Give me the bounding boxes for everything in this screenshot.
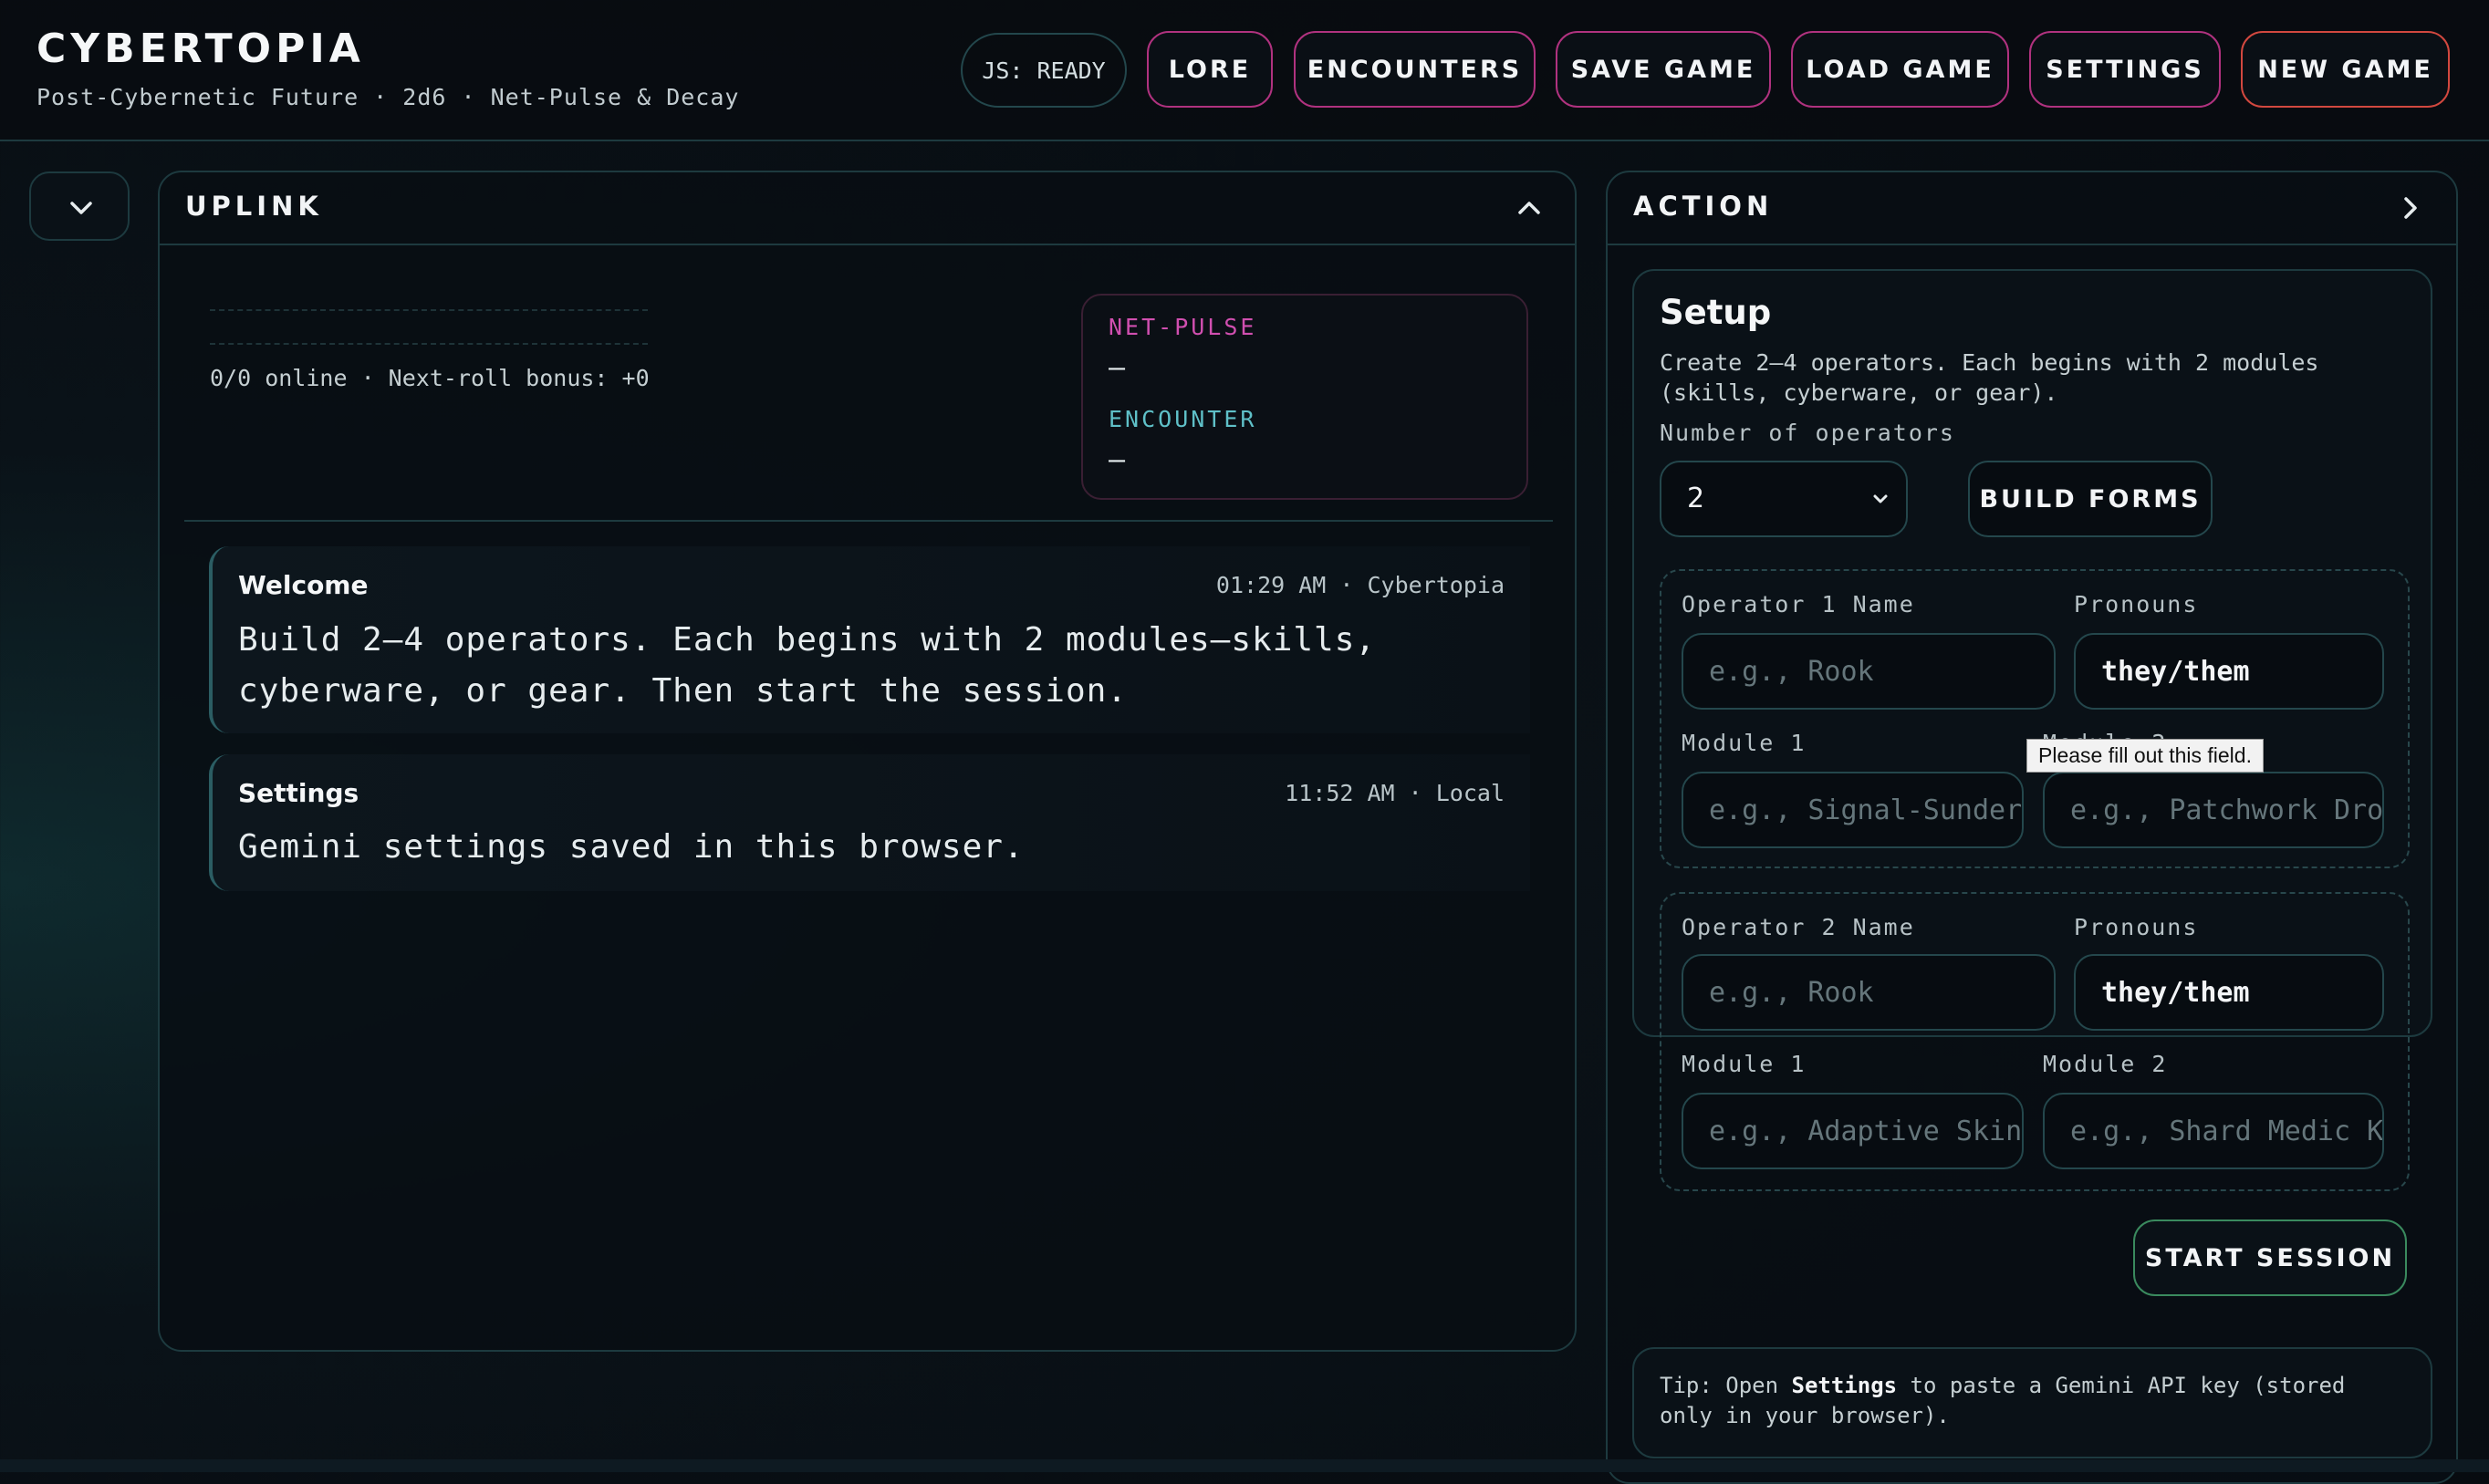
message-title: Settings <box>238 778 359 808</box>
save-game-button[interactable]: SAVE GAME <box>1556 31 1771 108</box>
message-title: Welcome <box>238 570 369 600</box>
uplink-header: UPLINK <box>160 172 1575 245</box>
operator-count-select[interactable]: 2 <box>1660 461 1908 537</box>
message-meta: 11:52 AM · Local <box>1285 780 1505 806</box>
operator-name-label: Operator 2 Name <box>1682 914 1915 940</box>
tip-card: Tip: Open Settings to paste a Gemini API… <box>1632 1347 2432 1458</box>
message-card: Settings 11:52 AM · Local Gemini setting… <box>209 754 1530 891</box>
collapse-sidebar-button[interactable] <box>29 171 130 241</box>
net-pulse-value: — <box>1109 352 1126 384</box>
module-2-input[interactable] <box>2043 1093 2384 1169</box>
operator-name-input[interactable] <box>1682 633 2056 710</box>
module-1-input[interactable] <box>1682 1093 2024 1169</box>
pronouns-label: Pronouns <box>2074 914 2199 940</box>
tip-settings-keyword: Settings <box>1791 1373 1898 1398</box>
window-bottom-edge <box>0 1459 2489 1472</box>
net-pulse-label: NET-PULSE <box>1109 314 1257 340</box>
divider <box>210 343 648 345</box>
start-session-button[interactable]: START SESSION <box>2133 1219 2407 1296</box>
tip-text: Tip: Open Settings to paste a Gemini API… <box>1660 1371 2390 1431</box>
encounter-value: — <box>1109 444 1126 476</box>
message-card: Welcome 01:29 AM · Cybertopia Build 2–4 … <box>209 546 1530 733</box>
pronouns-input[interactable] <box>2074 633 2384 710</box>
encounters-button[interactable]: ENCOUNTERS <box>1294 31 1536 108</box>
chevron-right-icon[interactable] <box>2383 181 2438 235</box>
app-header: CYBERTOPIA Post-Cybernetic Future · 2d6 … <box>0 0 2489 141</box>
operator-form: Operator 2 Name Pronouns Module 1 Module… <box>1660 892 2410 1191</box>
operator-count-value: 2 <box>1687 483 1705 514</box>
action-header: ACTION <box>1608 172 2456 245</box>
status-card: NET-PULSE — ENCOUNTER — <box>1081 294 1528 500</box>
module-2-input[interactable] <box>2043 772 2384 848</box>
tip-prefix: Tip: Open <box>1660 1373 1792 1398</box>
lore-button[interactable]: LORE <box>1147 31 1273 108</box>
app-title: CYBERTOPIA <box>36 26 365 72</box>
chevron-up-icon[interactable] <box>1502 181 1557 235</box>
divider <box>184 520 1553 522</box>
encounter-label: ENCOUNTER <box>1109 406 1257 432</box>
js-status-badge: JS: READY <box>961 33 1127 108</box>
app-subtitle: Post-Cybernetic Future · 2d6 · Net-Pulse… <box>36 84 740 110</box>
module-1-label: Module 1 <box>1682 1051 1807 1077</box>
load-game-button[interactable]: LOAD GAME <box>1791 31 2009 108</box>
module-1-label: Module 1 <box>1682 730 1807 756</box>
chevron-down-icon <box>1873 494 1888 503</box>
pronouns-label: Pronouns <box>2074 591 2199 617</box>
operator-form: Operator 1 Name Pronouns Module 1 Module… <box>1660 569 2410 868</box>
divider <box>210 309 648 311</box>
setup-title: Setup <box>1660 293 1772 332</box>
module-1-input[interactable] <box>1682 772 2024 848</box>
setup-card: Setup Create 2–4 operators. Each begins … <box>1632 269 2432 1191</box>
action-panel: ACTION Setup Create 2–4 operators. Each … <box>1606 171 2458 1484</box>
setup-description: Create 2–4 operators. Each begins with 2… <box>1660 349 2319 406</box>
build-forms-button[interactable]: BUILD FORMS <box>1968 461 2213 537</box>
online-status: 0/0 online · Next-roll bonus: +0 <box>210 365 650 391</box>
operator-name-label: Operator 1 Name <box>1682 591 1915 617</box>
module-2-label: Module 2 <box>2043 1051 2168 1077</box>
uplink-title: UPLINK <box>185 191 323 222</box>
message-text: Gemini settings saved in this browser. <box>238 828 1025 866</box>
action-title: ACTION <box>1633 191 1774 222</box>
operator-count-label: Number of operators <box>1660 420 1955 446</box>
message-text: Build 2–4 operators. Each begins with 2 … <box>238 621 1377 710</box>
validation-tooltip: Please fill out this field. <box>2026 739 2264 773</box>
message-meta: 01:29 AM · Cybertopia <box>1215 572 1505 598</box>
settings-button[interactable]: SETTINGS <box>2029 31 2221 108</box>
chevron-down-icon <box>70 202 92 214</box>
new-game-button[interactable]: NEW GAME <box>2241 31 2450 108</box>
pronouns-input[interactable] <box>2074 954 2384 1031</box>
js-status-text: JS: READY <box>982 57 1106 84</box>
uplink-panel: UPLINK 0/0 online · Next-roll bonus: +0 … <box>158 171 1577 1352</box>
operator-name-input[interactable] <box>1682 954 2056 1031</box>
